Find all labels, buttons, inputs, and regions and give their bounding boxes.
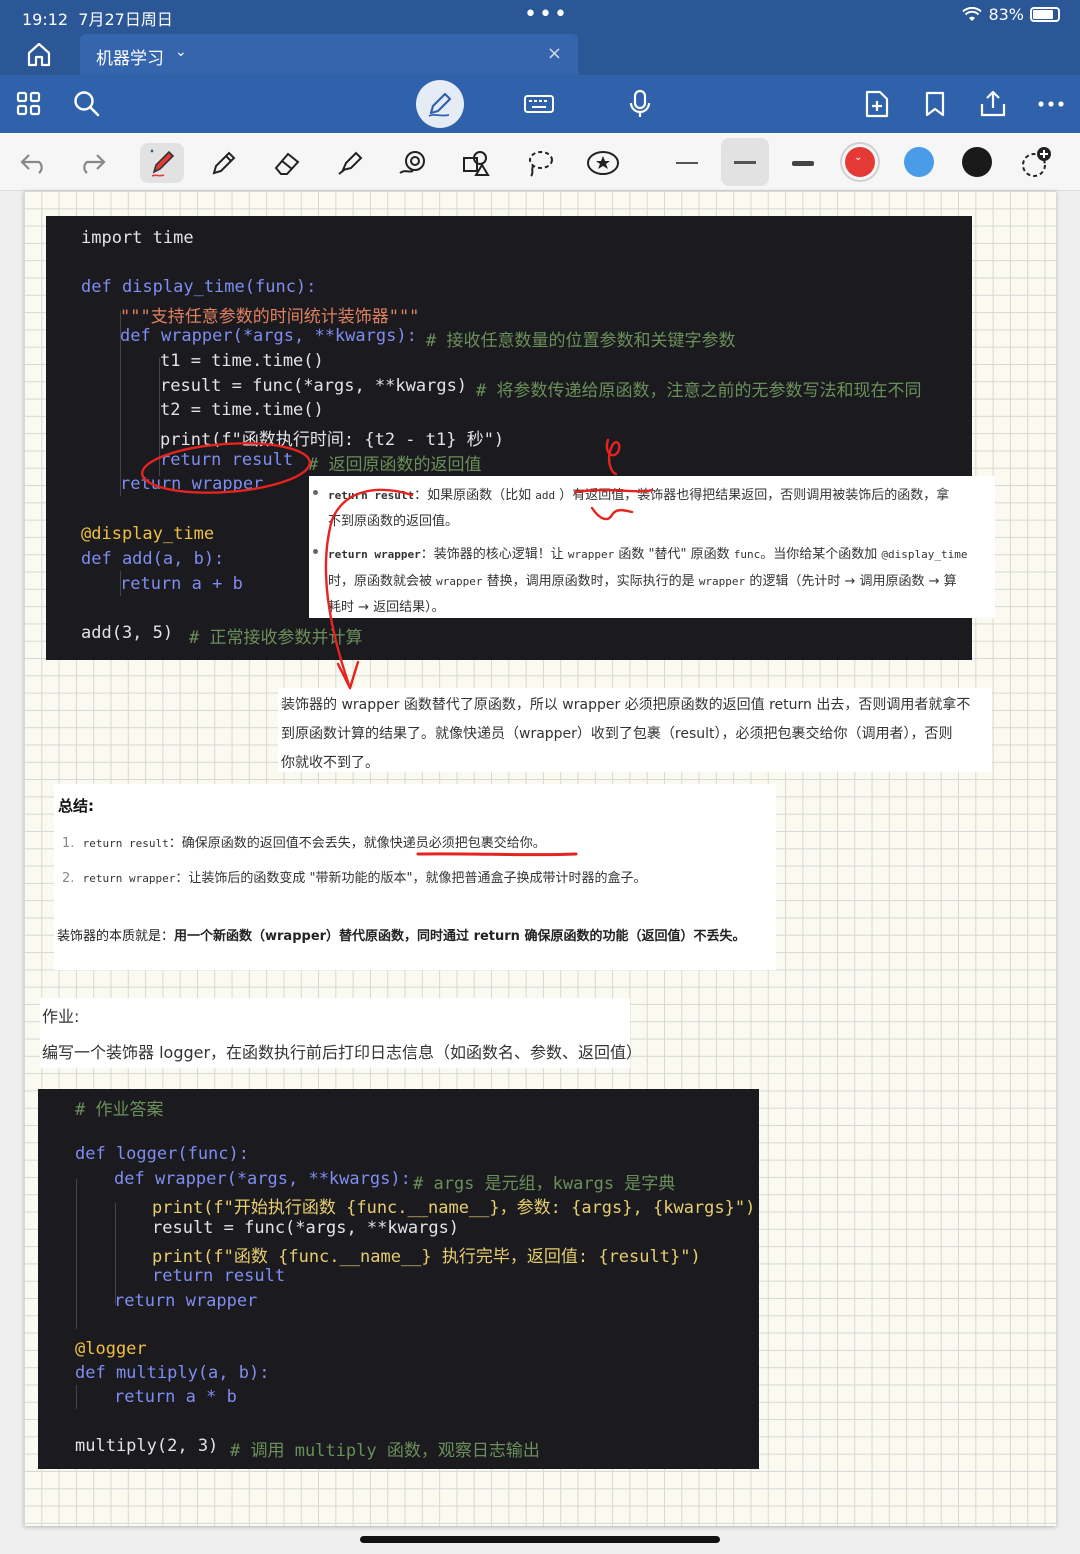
code-line: """支持任意参数的时间统计装饰器""" bbox=[120, 307, 420, 327]
code-line: return result bbox=[160, 450, 294, 470]
code-comment: # 调用 multiply 函数，观察日志输出 bbox=[230, 1441, 540, 1461]
chevron-down-icon[interactable]: ⌄ bbox=[175, 44, 187, 60]
code-line: def wrapper(*args, **kwargs): bbox=[120, 326, 417, 346]
more-icon[interactable] bbox=[1034, 87, 1068, 121]
code-comment: # 返回原函数的返回值 bbox=[308, 455, 482, 475]
status-time: 19:12 7月27日周日 bbox=[22, 10, 173, 29]
thick-stroke-option[interactable] bbox=[783, 143, 823, 183]
explanation-line-1: 装饰器的 wrapper 函数替代了原函数，所以 wrapper 必须把原函数的… bbox=[281, 697, 971, 713]
home-indicator[interactable] bbox=[360, 1536, 720, 1543]
code-line: t1 = time.time() bbox=[160, 351, 324, 371]
battery-icon bbox=[1030, 7, 1060, 22]
wifi-icon bbox=[962, 6, 983, 21]
summary-section: 总结: 1. return result：确保原函数的返回值不会丢失，就像快递员… bbox=[54, 784, 776, 970]
code-line: multiply(2, 3) bbox=[75, 1436, 219, 1456]
grid-icon[interactable] bbox=[12, 87, 46, 121]
fountain-pen-tool-icon[interactable] bbox=[140, 143, 184, 183]
tab-notebook[interactable]: 机器学习 ⌄ × bbox=[80, 34, 578, 75]
code-line: return result bbox=[152, 1266, 286, 1286]
eraser-tool-icon[interactable] bbox=[267, 143, 307, 183]
medium-stroke-option[interactable] bbox=[721, 138, 769, 186]
main-toolbar bbox=[0, 75, 1080, 133]
pen-toolbar: ⌄ bbox=[0, 133, 1080, 191]
code-line: print(f"开始执行函数 {func.__name__}，参数: {args… bbox=[152, 1198, 756, 1218]
shape-tool-icon[interactable] bbox=[393, 143, 433, 183]
red-color-swatch[interactable]: ⌄ bbox=[845, 147, 875, 177]
code-comment: # args 是元组，kwargs 是字典 bbox=[413, 1174, 676, 1194]
code-line: print(f"函数 {func.__name__} 执行完毕，返回值: {re… bbox=[152, 1247, 701, 1267]
top-bar: 19:12 7月27日周日 ••• 83% 机器学习 ⌄ × bbox=[0, 0, 1080, 75]
note-bullet-1-line-2: 不到原函数的返回值。 bbox=[328, 514, 459, 529]
keyboard-icon[interactable] bbox=[522, 87, 556, 121]
tab-bar: 机器学习 ⌄ × bbox=[0, 32, 1080, 75]
code-line: result = func(*args, **kwargs) bbox=[160, 376, 468, 396]
pencil-tool-icon[interactable] bbox=[204, 143, 244, 183]
elements-tool-icon[interactable] bbox=[456, 143, 496, 183]
code-line: @logger bbox=[75, 1339, 147, 1359]
highlighter-tool-icon[interactable] bbox=[330, 143, 370, 183]
black-color-swatch[interactable] bbox=[962, 147, 992, 177]
bookmark-icon[interactable] bbox=[918, 87, 952, 121]
explanation-line-2: 到原函数计算的结果了。就像快递员（wrapper）收到了包裹（result），必… bbox=[281, 726, 953, 742]
close-icon[interactable]: × bbox=[547, 43, 562, 64]
note-bullet-2-line-1: return wrapper：装饰器的核心逻辑！让 wrapper 函数 "替代… bbox=[328, 547, 968, 562]
multitask-dots-icon[interactable]: ••• bbox=[524, 2, 569, 27]
code-line: return a + b bbox=[120, 574, 243, 594]
homework-section: 作业: 编写一个装饰器 logger，在函数执行前后打印日志信息（如函数名、参数… bbox=[40, 998, 642, 1068]
blue-color-swatch[interactable] bbox=[904, 147, 934, 177]
thin-stroke-option[interactable] bbox=[667, 143, 707, 183]
code-block-homework-answer: # 作业答案 def logger(func): def wrapper(*ar… bbox=[38, 1089, 759, 1469]
code-line: import time bbox=[81, 228, 194, 248]
note-bullet-1-line-1: return result：如果原函数（比如 add ）有返回值，装饰器也得把结… bbox=[328, 488, 950, 503]
code-line: def multiply(a, b): bbox=[75, 1363, 270, 1383]
homework-title: 作业: bbox=[42, 1007, 80, 1026]
code-line: return wrapper bbox=[114, 1291, 258, 1311]
search-icon[interactable] bbox=[70, 87, 104, 121]
undo-icon[interactable] bbox=[14, 143, 54, 183]
summary-title: 总结: bbox=[58, 797, 94, 815]
code-comment: # 正常接收参数并计算 bbox=[189, 628, 363, 648]
status-right: 83% bbox=[962, 5, 1060, 24]
redo-icon[interactable] bbox=[72, 143, 112, 183]
battery-percent: 83% bbox=[988, 5, 1024, 24]
chevron-down-icon: ⌄ bbox=[854, 152, 863, 163]
bullet bbox=[313, 490, 318, 495]
code-line: def wrapper(*args, **kwargs): bbox=[114, 1169, 411, 1189]
code-line: print(f"函数执行时间: {t2 - t1} 秒") bbox=[160, 430, 505, 450]
add-page-icon[interactable] bbox=[860, 87, 894, 121]
code-line: return a * b bbox=[114, 1387, 237, 1407]
code-line: @display_time bbox=[81, 524, 215, 544]
summary-item-1: 1. return result：确保原函数的返回值不会丢失，就像快递员必须把包… bbox=[62, 836, 546, 851]
code-comment: # 接收任意数量的位置参数和关键字参数 bbox=[426, 331, 736, 351]
code-line: result = func(*args, **kwargs) bbox=[152, 1218, 460, 1238]
microphone-icon[interactable] bbox=[623, 87, 657, 121]
homework-text: 编写一个装饰器 logger，在函数执行前后打印日志信息（如函数名、参数、返回值… bbox=[42, 1043, 643, 1062]
bullet bbox=[313, 549, 318, 554]
share-icon[interactable] bbox=[976, 87, 1010, 121]
explanation-note: return result：如果原函数（比如 add ）有返回值，装饰器也得把结… bbox=[309, 476, 995, 618]
tab-title: 机器学习 bbox=[96, 49, 164, 69]
sticker-tool-icon[interactable] bbox=[583, 143, 623, 183]
wrapper-explanation: 装饰器的 wrapper 函数替代了原函数，所以 wrapper 必须把原函数的… bbox=[278, 688, 992, 772]
pen-icon[interactable] bbox=[423, 87, 457, 121]
status-bar: 19:12 7月27日周日 ••• 83% bbox=[0, 0, 1080, 32]
code-line: def logger(func): bbox=[75, 1144, 249, 1164]
note-bullet-2-line-2: 时，原函数就会被 wrapper 替换，调用原函数时，实际执行的是 wrappe… bbox=[328, 574, 957, 589]
notes-app: 19:12 7月27日周日 ••• 83% 机器学习 ⌄ × ⌄ import … bbox=[0, 0, 1080, 1554]
code-comment: # 作业答案 bbox=[75, 1100, 164, 1120]
home-icon[interactable] bbox=[24, 40, 54, 68]
explanation-line-3: 你就收不到了。 bbox=[281, 755, 379, 771]
code-line: def add(a, b): bbox=[81, 549, 225, 569]
code-line: add(3, 5) bbox=[81, 623, 174, 643]
note-bullet-2-line-3: 耗时 → 返回结果）。 bbox=[328, 600, 445, 615]
code-line: def display_time(func): bbox=[81, 277, 317, 297]
code-line: return wrapper bbox=[120, 474, 264, 494]
summary-essence: 装饰器的本质就是：用一个新函数（wrapper）替代原函数，同时通过 retur… bbox=[57, 929, 746, 944]
add-color-icon[interactable] bbox=[1015, 143, 1055, 183]
lasso-tool-icon[interactable] bbox=[520, 143, 560, 183]
summary-item-2: 2. return wrapper：让装饰后的函数变成 "带新功能的版本"，就像… bbox=[62, 871, 647, 886]
code-line: t2 = time.time() bbox=[160, 400, 324, 420]
code-comment: # 将参数传递给原函数，注意之前的无参数写法和现在不同 bbox=[476, 381, 922, 401]
